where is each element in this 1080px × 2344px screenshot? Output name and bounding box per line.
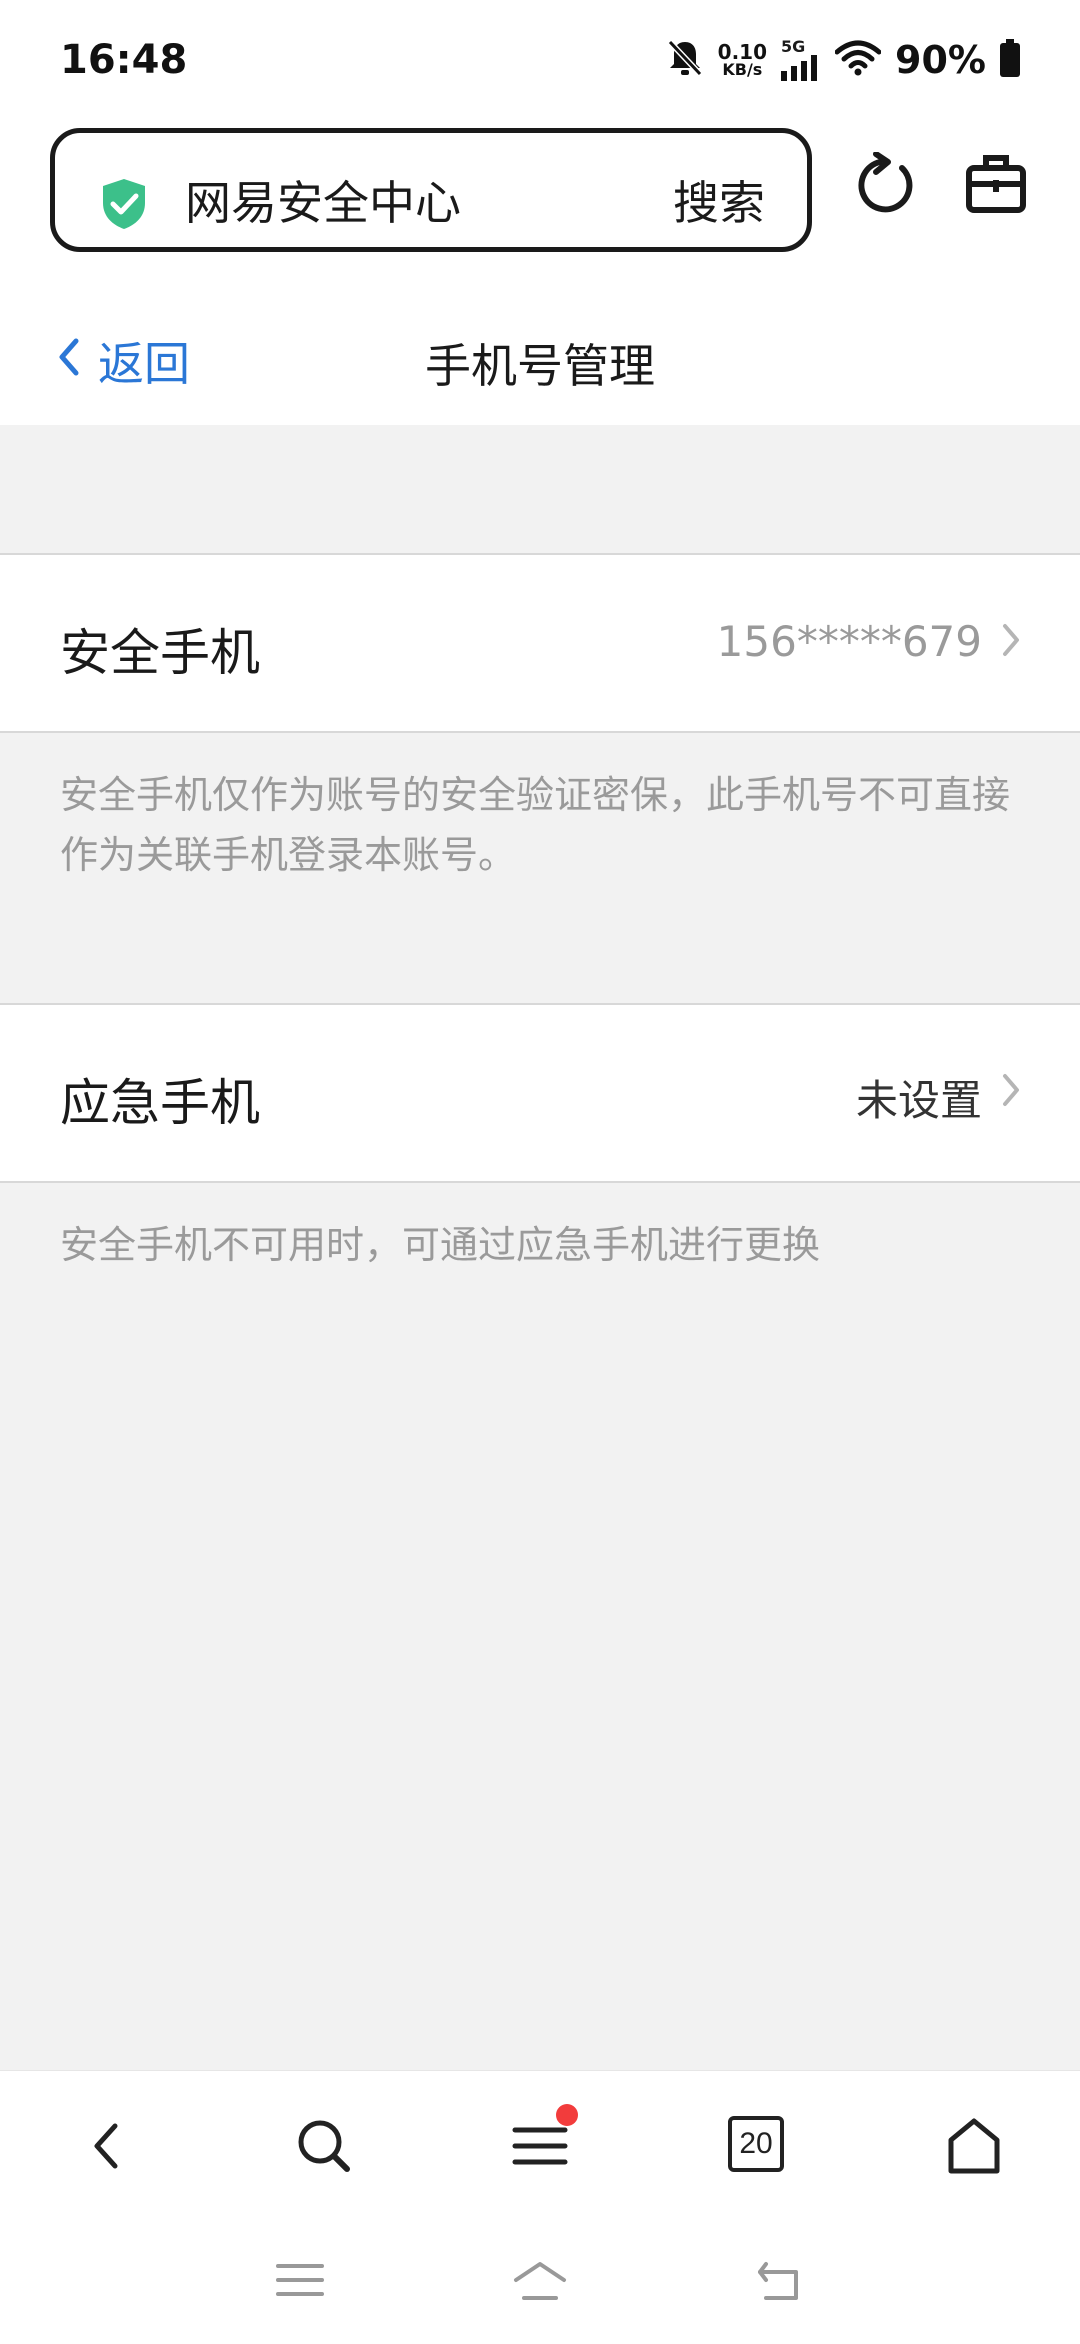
bell-muted-icon — [666, 38, 704, 82]
chevron-right-icon — [1002, 1073, 1020, 1111]
page-header: 返回 手机号管理 — [0, 290, 1080, 425]
content-area: 安全手机 156*****679 安全手机仅作为账号的安全验证密保，此手机号不可… — [0, 425, 1080, 2070]
bottom-toolbar: 20 — [0, 2070, 1080, 2221]
search-button[interactable]: 搜索 — [673, 167, 765, 233]
notification-badge — [556, 2104, 578, 2126]
security-phone-row[interactable]: 安全手机 156*****679 — [0, 553, 1080, 733]
site-title: 网易安全中心 — [185, 176, 461, 230]
tabs-icon[interactable]: 20 — [728, 2116, 788, 2176]
home-icon[interactable] — [944, 2116, 1004, 2176]
signal-indicator: 5G — [781, 39, 821, 81]
home-icon[interactable] — [512, 2260, 568, 2308]
menu-icon[interactable] — [510, 2104, 578, 2176]
search-icon[interactable] — [294, 2116, 354, 2176]
recents-icon[interactable] — [276, 2260, 324, 2304]
security-phone-value: 156*****679 — [716, 617, 982, 666]
emergency-phone-row[interactable]: 应急手机 未设置 — [0, 1003, 1080, 1183]
system-nav-bar — [0, 2220, 1080, 2344]
shield-check-icon — [99, 177, 149, 235]
net-speed: 0.10 KB/s — [718, 42, 767, 78]
back-icon[interactable] — [76, 2116, 136, 2176]
tab-count: 20 — [728, 2116, 784, 2172]
net-speed-unit: KB/s — [722, 60, 763, 79]
page-title: 手机号管理 — [425, 339, 655, 393]
address-bar[interactable]: 网易安全中心 搜索 — [50, 128, 812, 252]
battery-percent: 90% — [895, 38, 986, 82]
status-icons: 0.10 KB/s 5G 90% — [666, 38, 1020, 82]
chevron-right-icon — [1002, 623, 1020, 661]
network-type: 5G — [781, 37, 806, 56]
net-speed-value: 0.10 — [717, 40, 768, 64]
back-icon[interactable] — [756, 2260, 806, 2308]
status-bar: 16:48 0.10 KB/s 5G 90% — [0, 0, 1080, 120]
battery-icon — [1000, 39, 1020, 81]
emergency-phone-value: 未设置 — [855, 1076, 982, 1125]
wifi-icon — [834, 40, 882, 80]
emergency-phone-label: 应急手机 — [60, 1074, 260, 1132]
browser-toolbar: 网易安全中心 搜索 — [0, 120, 1080, 270]
emergency-phone-note: 安全手机不可用时，可通过应急手机进行更换 — [60, 1223, 821, 1267]
security-phone-label: 安全手机 — [60, 624, 260, 682]
toolbox-icon[interactable] — [966, 152, 1026, 218]
signal-icon — [781, 55, 818, 81]
security-phone-note: 安全手机仅作为账号的安全验证密保，此手机号不可直接作为关联手机登录本账号。 — [60, 773, 1011, 877]
status-time: 16:48 — [60, 37, 188, 83]
refresh-icon[interactable] — [858, 151, 918, 220]
